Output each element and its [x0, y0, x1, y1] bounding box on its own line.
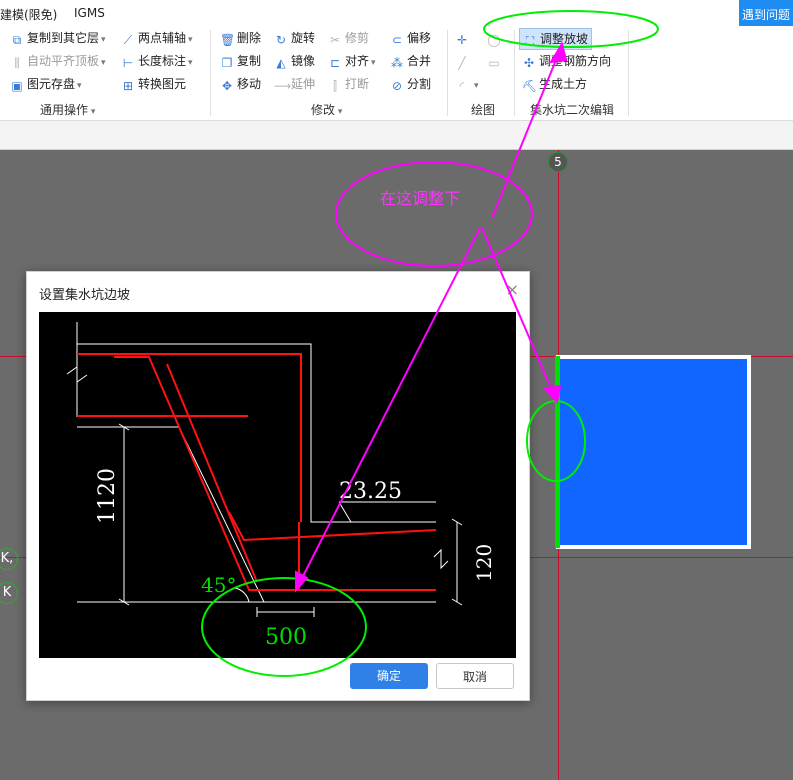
close-icon[interactable]: × — [506, 280, 519, 299]
chevron-down-icon: ▾ — [101, 58, 106, 68]
rebar-slope-outer — [114, 356, 436, 591]
sump-pit-element[interactable] — [556, 355, 751, 549]
copy-to-layer-button[interactable]: ⧉ 复制到其它层 ▾ — [10, 28, 106, 48]
chevron-down-icon: ▾ — [77, 81, 82, 91]
group-label-general: 通用操作 ▾ — [40, 103, 96, 117]
convert-icon: ⊞ — [122, 79, 134, 93]
line-icon: ╱ — [458, 56, 466, 70]
rectangle-icon: ▭ — [488, 56, 500, 70]
chevron-down-icon: ▾ — [474, 81, 479, 91]
ribbon: ⧉ 复制到其它层 ▾ ⫼ 自动平齐顶板 ▾ ▣ 图元存盘 ▾ ⟋ 两点辅轴 ▾ ⊢ 长度标注 ▾ ⊞… — [0, 26, 793, 121]
angle-dim-text: 23.25 — [339, 479, 402, 504]
draw-rect-button[interactable]: ▭ — [487, 51, 504, 71]
slope-section-drawing: 1120 23.25 120 45° 500 — [39, 312, 516, 658]
extend-icon: ⟶ — [274, 79, 292, 93]
dimension-icon: ⊢ — [122, 56, 134, 70]
trash-icon: 🗑 — [220, 33, 236, 47]
chevron-down-icon: ▾ — [101, 35, 106, 45]
extend-button[interactable]: ⟶延伸 — [274, 74, 315, 94]
rebar-direction-icon: ✣ — [523, 56, 535, 70]
align-button[interactable]: ⊏ 对齐 ▾ — [328, 51, 376, 71]
convert-element-button[interactable]: ⊞ 转换图元 — [121, 74, 186, 94]
draw-line-button[interactable]: ╱ — [455, 51, 472, 71]
two-point-axis-button[interactable]: ⟋ 两点辅轴 ▾ — [121, 28, 193, 48]
slope-icon: ⛶ — [525, 34, 535, 48]
copy-layer-icon: ⧉ — [12, 33, 22, 47]
divider — [210, 30, 211, 116]
offset-icon: ⊂ — [391, 33, 403, 47]
save-element-icon: ▣ — [11, 79, 23, 93]
draw-arc-button[interactable]: ◜ ▾ — [455, 74, 479, 94]
divider — [447, 30, 448, 116]
merge-icon: ⁂ — [391, 56, 403, 70]
slope-outline — [77, 426, 436, 603]
menu-igms[interactable]: IGMS — [74, 6, 105, 20]
slope-setting-dialog: 设置集水坑边坡 × 1120 23.25 120 45° 500 确定 取消 — [26, 271, 530, 701]
trim-button[interactable]: ✂ 修剪 — [328, 28, 369, 48]
length-dimension-button[interactable]: ⊢ 长度标注 ▾ — [121, 51, 193, 71]
generate-earthwork-button[interactable]: ⛏ 生成土方 — [522, 74, 587, 94]
draw-circle-button[interactable]: ◯ — [487, 28, 504, 48]
dialog-title: 设置集水坑边坡 — [39, 288, 131, 303]
menu-modeling[interactable]: 建模(限免) — [0, 6, 57, 23]
save-element-button[interactable]: ▣ 图元存盘 ▾ — [10, 74, 82, 94]
delete-button[interactable]: 🗑 删除 — [220, 28, 261, 48]
split-icon: ⊘ — [391, 79, 403, 93]
move-icon: ✥ — [221, 79, 233, 93]
rotate-icon: ↻ — [275, 33, 287, 47]
copy-icon: ❐ — [221, 56, 233, 70]
axis-number-badge: 5 — [548, 152, 568, 172]
group-label-draw: 绘图 — [471, 103, 496, 117]
merge-button[interactable]: ⁂ 合并 — [390, 51, 431, 71]
chevron-down-icon: ▾ — [371, 58, 376, 68]
slope-angle-text: 45° — [201, 573, 236, 597]
mirror-icon: ◭ — [276, 56, 286, 70]
cancel-button[interactable]: 取消 — [436, 663, 514, 689]
break-icon: ⫿ — [333, 79, 337, 93]
copy-button[interactable]: ❐ 复制 — [220, 51, 261, 71]
circle-icon: ◯ — [487, 33, 501, 47]
align-icon: ⊏ — [329, 56, 341, 70]
section-svg: 1120 23.25 120 45° 500 — [66, 322, 496, 650]
arc-icon: ◜ — [459, 79, 465, 93]
property-bar — [0, 121, 793, 150]
chevron-down-icon: ▾ — [188, 35, 193, 45]
slope-width-text: 500 — [265, 625, 307, 650]
break-button[interactable]: ⫿ 打断 — [328, 74, 369, 94]
thickness-dim-text: 120 — [472, 544, 496, 582]
depth-dim-text: 1120 — [95, 468, 120, 524]
adjust-rebar-direction-button[interactable]: ✣ 调整钢筋方向 — [522, 51, 611, 71]
draw-point-button[interactable]: ✛ — [455, 28, 472, 48]
offset-button[interactable]: ⊂ 偏移 — [390, 28, 431, 48]
split-button[interactable]: ⊘ 分割 — [390, 74, 431, 94]
earthwork-icon: ⛏ — [522, 79, 538, 93]
rotate-button[interactable]: ↻ 旋转 — [274, 28, 315, 48]
group-label-sump: 集水坑二次编辑 — [530, 103, 615, 117]
rebar-bottom-top — [228, 511, 437, 542]
menu-bar: 建模(限免) IGMS 遇到问题 — [0, 0, 793, 30]
axis-icon: ⟋ — [123, 33, 133, 47]
divider — [628, 30, 629, 116]
selected-pit-edge[interactable] — [555, 356, 560, 548]
ok-button[interactable]: 确定 — [350, 663, 428, 689]
adjust-slope-button[interactable]: ⛶ 调整放坡 — [519, 28, 593, 50]
trim-icon: ✂ — [329, 33, 341, 47]
rebar-slope-inner — [166, 363, 258, 583]
divider — [514, 30, 515, 116]
flush-icon: ⫼ — [14, 56, 20, 70]
group-label-modify: 修改 ▾ — [311, 103, 343, 117]
auto-flush-top-button[interactable]: ⫼ 自动平齐顶板 ▾ — [10, 51, 106, 71]
mirror-button[interactable]: ◭ 镜像 — [274, 51, 315, 71]
chevron-down-icon: ▾ — [188, 58, 193, 68]
move-button[interactable]: ✥ 移动 — [220, 74, 261, 94]
crosshair-icon: ✛ — [456, 33, 468, 47]
